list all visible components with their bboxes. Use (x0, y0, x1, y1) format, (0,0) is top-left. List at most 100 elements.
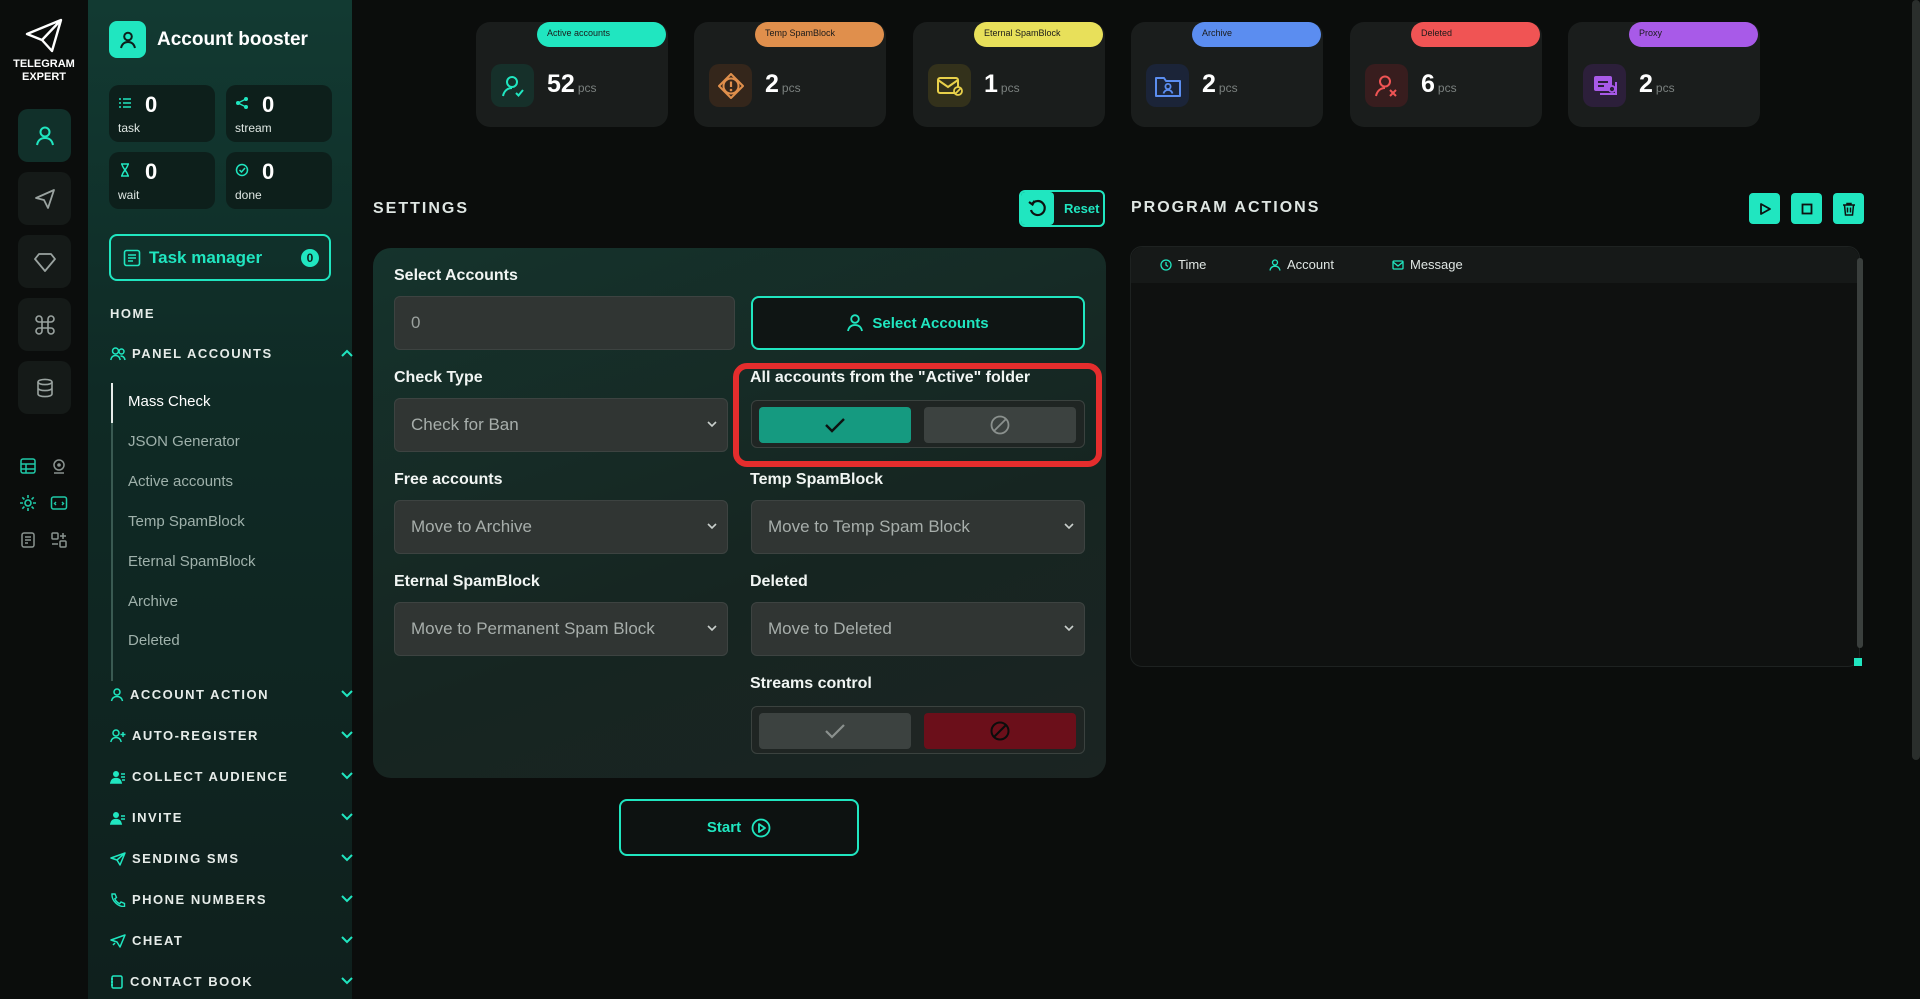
card-value: 2 pcs (765, 70, 801, 98)
streams-off-button[interactable] (924, 713, 1076, 749)
trash-icon (1842, 202, 1855, 216)
rail-command-button[interactable] (18, 298, 71, 351)
nav-section-label: AUTO-REGISTER (132, 728, 259, 743)
eternal-spamblock-select[interactable]: Move to Permanent Spam Block (394, 602, 728, 656)
nav-panel-accounts[interactable]: PANEL ACCOUNTS (110, 346, 353, 361)
subitem-archive[interactable]: Archive (128, 593, 178, 610)
nav-invite[interactable]: INVITE (110, 810, 353, 825)
user-icon (110, 687, 124, 702)
active-folder-on-button[interactable] (759, 407, 911, 443)
paper-plane-logo-icon (25, 18, 63, 53)
rail-grid-button[interactable] (48, 529, 70, 551)
task-manager-label: Task manager (149, 247, 263, 267)
card-active-accounts[interactable]: Active accounts 52 pcs (476, 22, 668, 127)
hourglass-icon (118, 163, 132, 177)
chevron-down-icon (341, 936, 353, 944)
eternal-spamblock-value: Move to Permanent Spam Block (411, 619, 655, 638)
play-button[interactable] (1749, 193, 1780, 224)
notes-icon (21, 532, 35, 548)
rail-send-button[interactable] (18, 172, 71, 225)
free-accounts-label: Free accounts (394, 471, 503, 488)
free-accounts-select[interactable]: Move to Archive (394, 500, 728, 554)
column-time: Time (1160, 257, 1206, 272)
task-manager-button[interactable]: Task manager 0 (109, 234, 331, 281)
nav-account-action[interactable]: ACCOUNT ACTION (110, 687, 353, 702)
nav-phone-numbers[interactable]: PHONE NUMBERS (110, 892, 353, 907)
chevron-down-icon (341, 813, 353, 821)
rail-code-button[interactable] (48, 492, 70, 514)
brand-title: Account booster (157, 28, 308, 50)
rail-accounts-button[interactable] (18, 109, 71, 162)
rail-settings-button[interactable] (17, 492, 39, 514)
proxy-icon (1583, 64, 1626, 107)
stat-label: stream (235, 121, 272, 135)
active-folder-toggle (751, 400, 1085, 448)
chevron-up-icon (341, 349, 353, 357)
card-eternal-spamblock[interactable]: Eternal SpamBlock 1 pcs (913, 22, 1105, 127)
nav-home-label: HOME (110, 306, 155, 321)
diamond-icon (33, 252, 56, 272)
rail-notes-button[interactable] (17, 529, 39, 551)
start-button[interactable]: Start (619, 799, 859, 856)
rail-location-button[interactable] (48, 455, 70, 477)
card-badge: Eternal SpamBlock (974, 22, 1103, 47)
chevron-down-icon (707, 421, 717, 428)
stat-label: done (235, 188, 262, 202)
deleted-label: Deleted (750, 573, 808, 590)
settings-title: SETTINGS (373, 200, 470, 217)
nav-section-label: CHEAT (132, 933, 184, 948)
chevron-down-icon (341, 977, 353, 985)
log-scrollbar[interactable] (1857, 258, 1863, 648)
nav-home[interactable]: HOME (110, 306, 155, 321)
subitem-json-generator[interactable]: JSON Generator (128, 433, 240, 450)
rail-diamond-button[interactable] (18, 235, 71, 288)
stop-button[interactable] (1791, 193, 1822, 224)
streams-control-label: Streams control (750, 675, 872, 692)
subitem-eternal-spamblock[interactable]: Eternal SpamBlock (128, 553, 256, 570)
select-accounts-label: Select Accounts (394, 267, 518, 284)
nav-cheat[interactable]: CHEAT (110, 933, 353, 948)
reset-button[interactable]: Reset (1019, 190, 1105, 227)
card-proxy[interactable]: Proxy 2 pcs (1568, 22, 1760, 127)
icon-rail: TELEGRAM EXPERT (0, 0, 88, 999)
card-badge: Deleted (1411, 22, 1540, 47)
nav-collect-audience[interactable]: COLLECT AUDIENCE (110, 769, 353, 784)
subitem-deleted[interactable]: Deleted (128, 632, 180, 649)
user-icon (491, 64, 534, 107)
resize-handle[interactable] (1854, 658, 1862, 666)
subitem-mass-check[interactable]: Mass Check (128, 393, 211, 410)
page-scrollbar[interactable] (1912, 0, 1920, 760)
send-icon (34, 188, 55, 209)
card-temp-spamblock[interactable]: Temp SpamBlock 2 pcs (694, 22, 886, 127)
active-folder-off-button[interactable] (924, 407, 1076, 443)
rail-table-button[interactable] (17, 455, 39, 477)
nav-contact-book[interactable]: CONTACT BOOK (110, 974, 353, 989)
subitem-active-accounts[interactable]: Active accounts (128, 473, 233, 490)
nav-auto-register[interactable]: AUTO-REGISTER (110, 728, 353, 743)
chevron-down-icon (341, 772, 353, 780)
task-manager-count: 0 (301, 249, 319, 267)
column-account: Account (1269, 257, 1334, 272)
stat-task: 0 task (109, 85, 215, 142)
rail-database-button[interactable] (18, 361, 71, 414)
card-value: 6 pcs (1421, 70, 1457, 98)
nav-sending-sms[interactable]: SENDING SMS (110, 851, 353, 866)
select-accounts-input[interactable]: 0 (394, 296, 735, 350)
check-type-select[interactable]: Check for Ban (394, 398, 728, 452)
subitem-temp-spamblock[interactable]: Temp SpamBlock (128, 513, 245, 530)
free-accounts-value: Move to Archive (411, 517, 532, 536)
reset-label: Reset (1064, 201, 1100, 216)
card-archive[interactable]: Archive 2 pcs (1131, 22, 1323, 127)
card-deleted[interactable]: Deleted 6 pcs (1350, 22, 1542, 127)
logo-text: TELEGRAM EXPERT (13, 58, 75, 83)
temp-spamblock-select[interactable]: Move to Temp Spam Block (751, 500, 1085, 554)
check-icon (825, 418, 845, 433)
clear-button[interactable] (1833, 193, 1864, 224)
nav-panel-accounts-label: PANEL ACCOUNTS (132, 346, 273, 361)
stat-stream: 0 stream (226, 85, 332, 142)
streams-on-button[interactable] (759, 713, 911, 749)
select-accounts-button[interactable]: Select Accounts (751, 296, 1085, 350)
deleted-select[interactable]: Move to Deleted (751, 602, 1085, 656)
send-icon (110, 851, 126, 866)
phone-icon (110, 892, 126, 907)
